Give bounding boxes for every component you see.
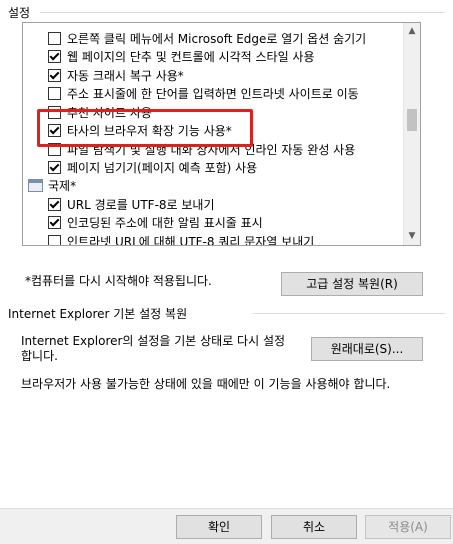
category-folder-icon <box>28 179 43 192</box>
setting-label: 인코딩된 주소에 대한 알림 표시줄 표시 <box>67 216 263 230</box>
reset-description: Internet Explorer의 설정을 기본 상태로 다시 설정 <box>21 334 286 348</box>
setting-checkbox[interactable] <box>48 50 61 63</box>
setting-label: URL 경로를 UTF-8로 보내기 <box>67 198 215 212</box>
reset-warning: 브라우저가 사용 불가능한 상태에 있을 때에만 이 기능을 사용해야 합니다. <box>21 377 391 391</box>
ok-button[interactable]: 확인 <box>176 515 262 539</box>
chevron-up-icon[interactable]: ▲ <box>404 23 420 40</box>
setting-checkbox[interactable] <box>48 235 61 245</box>
setting-checkbox[interactable] <box>48 216 61 229</box>
scrollbar-thumb[interactable] <box>407 109 417 131</box>
red-highlight-annotation <box>37 109 253 147</box>
reset-group-title: Internet Explorer 기본 설정 복원 <box>8 307 188 321</box>
apply-button[interactable]: 적용(A) <box>365 515 451 539</box>
setting-checkbox[interactable] <box>48 161 61 174</box>
reset-description-continued: 합니다. <box>21 349 58 363</box>
restart-note: *컴퓨터를 다시 시작해야 적용됩니다. <box>25 274 212 288</box>
setting-label: 오른쪽 클릭 메뉴에서 Microsoft Edge로 열기 옵션 숨기기 <box>67 32 367 46</box>
setting-checkbox[interactable] <box>48 69 61 82</box>
setting-label: 인트라넷 URL에 대해 UTF-8 쿼리 문자열 보내기 <box>67 235 315 246</box>
setting-label: 페이지 넘기기(페이지 예측 포함) 사용 <box>67 161 258 175</box>
setting-label: 주소 표시줄에 한 단어를 입력하면 인트라넷 사이트로 이동 <box>67 87 359 101</box>
category-label: 국제* <box>48 179 77 193</box>
vertical-scrollbar[interactable]: ▲ ▼ <box>403 23 420 245</box>
settings-group-label: 설정 <box>8 6 31 20</box>
restore-advanced-settings-button[interactable]: 고급 설정 복원(R) <box>281 272 423 296</box>
setting-checkbox[interactable] <box>48 198 61 211</box>
setting-checkbox[interactable] <box>48 32 61 45</box>
settings-group-divider <box>40 12 445 13</box>
dialog-footer: 확인 취소 적용(A) <box>0 508 453 544</box>
chevron-down-icon[interactable]: ▼ <box>404 228 420 245</box>
reset-button[interactable]: 원래대로(S)... <box>311 337 423 361</box>
setting-label: 웹 페이지의 단추 및 컨트롤에 시각적 스타일 사용 <box>67 50 315 64</box>
reset-group-divider <box>253 313 445 314</box>
setting-checkbox[interactable] <box>48 87 61 100</box>
cancel-button[interactable]: 취소 <box>271 515 357 539</box>
setting-label: 자동 크래시 복구 사용* <box>67 69 184 83</box>
